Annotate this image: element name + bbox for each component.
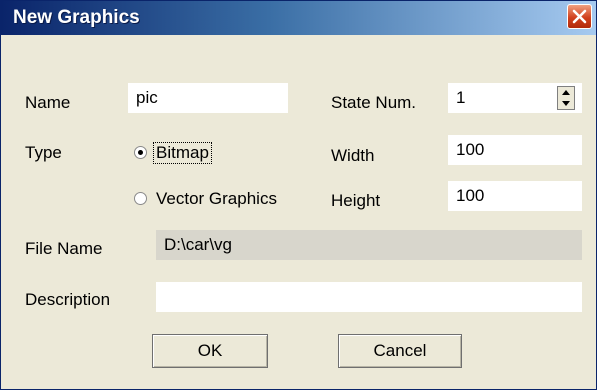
spin-up-button[interactable] [558,87,574,98]
dialog-title: New Graphics [13,7,140,28]
spin-down-button[interactable] [558,98,574,109]
close-icon [572,9,587,24]
name-input[interactable]: pic [128,83,288,113]
file-name-field: D:\car\vg [156,230,582,260]
width-label: Width [331,146,375,165]
name-label: Name [25,93,71,112]
radio-selected-dot [138,150,143,155]
spin-up-icon [562,90,570,95]
spin-down-icon [562,101,570,106]
cancel-button[interactable]: Cancel [338,334,462,368]
height-label: Height [331,191,381,210]
radio-vector-graphics[interactable] [134,192,147,205]
radio-vector-graphics-label[interactable]: Vector Graphics [156,189,277,209]
radio-bitmap-label[interactable]: Bitmap [153,142,212,164]
file-name-label: File Name [25,239,103,258]
state-num-value: 1 [456,88,466,107]
state-num-spinner[interactable] [557,86,575,110]
title-bar[interactable]: New Graphics [1,1,596,35]
description-label: Description [25,290,111,309]
type-label: Type [25,143,62,162]
ok-button[interactable]: OK [152,334,268,368]
description-input[interactable] [156,282,582,312]
state-num-label: State Num. [331,93,417,112]
width-input[interactable]: 100 [448,135,582,165]
close-button[interactable] [567,4,592,29]
radio-bitmap[interactable] [134,146,147,159]
height-input[interactable]: 100 [448,181,582,211]
new-graphics-dialog: New Graphics Name pic State Num. 1 Type … [0,0,597,390]
